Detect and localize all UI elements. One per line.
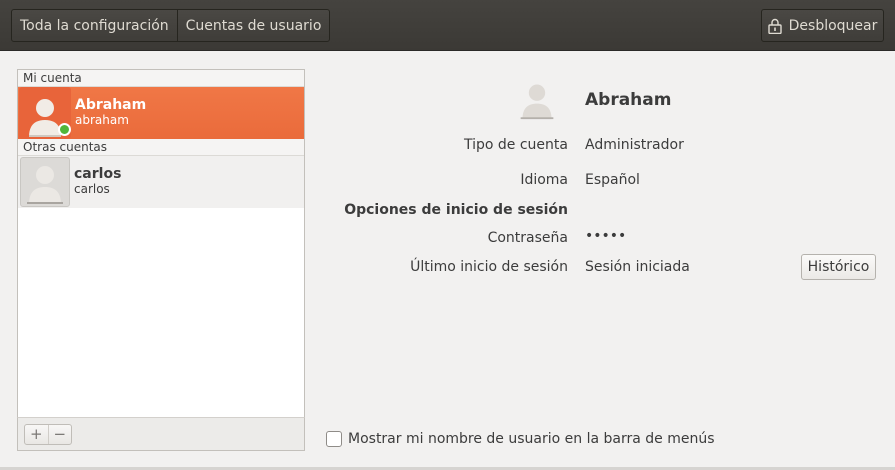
breadcrumb: Toda la configuración Cuentas de usuario	[11, 9, 331, 42]
account-type-label: Tipo de cuenta	[464, 137, 568, 153]
show-username-label[interactable]: Mostrar mi nombre de usuario en la barra…	[348, 431, 715, 447]
lock-icon	[767, 18, 782, 34]
online-status-icon	[58, 123, 71, 136]
unlock-button[interactable]: Desbloquear	[761, 9, 884, 42]
account-type-value[interactable]: Administrador	[585, 137, 684, 153]
add-remove-group: + −	[24, 424, 72, 445]
header-bar: Toda la configuración Cuentas de usuario…	[0, 0, 895, 51]
avatar	[20, 157, 70, 207]
last-login-label: Último inicio de sesión	[410, 259, 568, 275]
user-name: carlos	[74, 166, 122, 182]
login-options-heading: Opciones de inicio de sesión	[344, 202, 568, 218]
last-login-value: Sesión iniciada	[585, 259, 690, 275]
other-accounts-heading: Otras cuentas	[18, 139, 304, 156]
user-login: abraham	[75, 113, 129, 127]
user-login: carlos	[74, 182, 110, 196]
user-silhouette-icon	[27, 166, 63, 204]
user-name: Abraham	[75, 97, 147, 113]
unlock-label: Desbloquear	[788, 17, 878, 34]
user-list: Mi cuenta Abraham abraham Otras cuentas …	[17, 69, 305, 451]
detail-avatar[interactable]	[514, 76, 560, 122]
language-label: Idioma	[520, 172, 568, 188]
detail-user-name[interactable]: Abraham	[585, 90, 671, 110]
breadcrumb-user-accounts[interactable]: Cuentas de usuario	[176, 10, 330, 41]
show-username-option[interactable]: Mostrar mi nombre de usuario en la barra…	[326, 431, 715, 447]
my-account-heading: Mi cuenta	[18, 70, 304, 87]
user-row-abraham[interactable]: Abraham abraham	[18, 87, 304, 139]
password-label: Contraseña	[487, 230, 568, 246]
breadcrumb-all-settings[interactable]: Toda la configuración	[12, 10, 177, 41]
password-value[interactable]: •••••	[585, 228, 626, 244]
history-button[interactable]: Histórico	[801, 254, 876, 280]
remove-user-button[interactable]: −	[47, 425, 72, 444]
user-silhouette-icon	[520, 84, 554, 120]
language-value[interactable]: Español	[585, 172, 640, 188]
user-list-toolbar: + −	[17, 417, 305, 451]
show-username-checkbox[interactable]	[326, 431, 342, 447]
add-user-button[interactable]: +	[25, 425, 48, 444]
user-row-carlos[interactable]: carlos carlos	[18, 156, 304, 208]
